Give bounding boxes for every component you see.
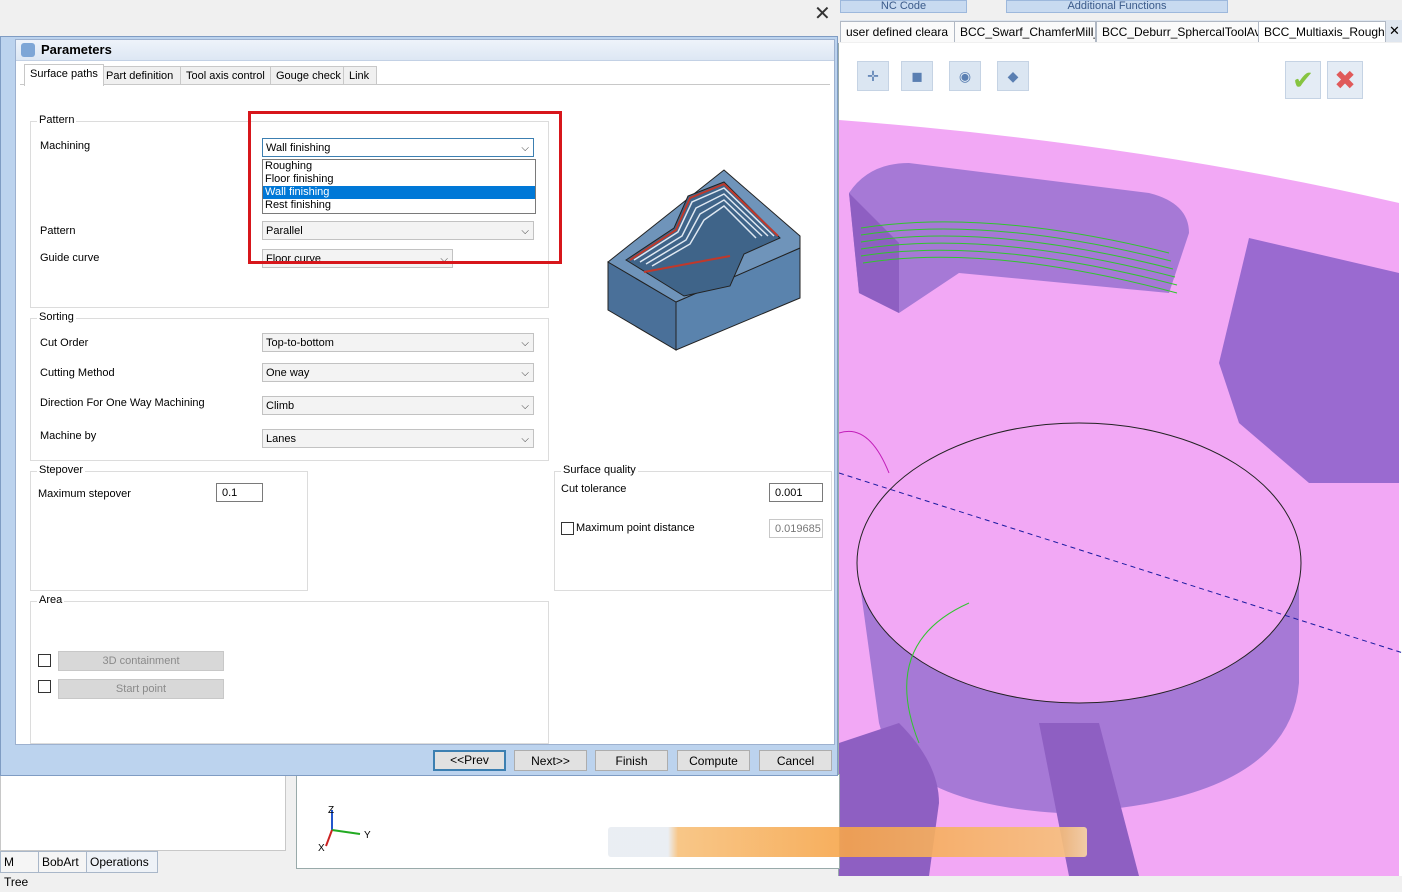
start-point-button[interactable]: Start point <box>58 679 224 699</box>
tab-link[interactable]: Link <box>343 66 377 85</box>
axis-z-label: Z <box>328 805 335 816</box>
max-point-distance-label: Maximum point distance <box>576 522 695 534</box>
direction-select[interactable]: Climb ⌵ <box>262 396 534 415</box>
axis-y-label: Y <box>364 830 371 841</box>
max-point-distance-checkbox[interactable] <box>561 522 574 535</box>
visibility-icon[interactable]: ◉ <box>949 61 981 91</box>
ribbon-tab-nc-code[interactable]: NC Code <box>840 0 967 13</box>
tab-part-definition[interactable]: Part definition <box>100 66 182 85</box>
area-group-title: Area <box>37 594 65 606</box>
tree-panel <box>0 774 286 851</box>
accept-icon[interactable]: ✔ <box>1285 61 1321 99</box>
dialog-title: Parameters <box>41 42 112 57</box>
parameters-dialog: Parameters Surface paths Part definition… <box>0 36 838 776</box>
doc-tab-clearance[interactable]: user defined cleara <box>840 21 956 42</box>
cut-tolerance-input[interactable]: 0.001 <box>769 483 823 502</box>
pattern-label: Pattern <box>40 225 76 237</box>
pattern-group-title: Pattern <box>37 114 77 126</box>
max-stepover-input[interactable]: 0.1 <box>216 483 263 502</box>
cutting-method-select[interactable]: One way ⌵ <box>262 363 534 382</box>
direction-value: Climb <box>266 400 295 412</box>
max-point-distance-input[interactable]: 0.019685 <box>769 519 823 538</box>
close-icon[interactable]: ✕ <box>814 4 831 24</box>
machine-by-select[interactable]: Lanes ⌵ <box>262 429 534 448</box>
move-icon[interactable]: ✛ <box>857 61 889 91</box>
tab-gouge-check[interactable]: Gouge check <box>270 66 345 85</box>
part-model <box>838 43 1402 876</box>
machine-by-value: Lanes <box>266 433 296 445</box>
doc-tab-multiaxis-rough[interactable]: BCC_Multiaxis_Rough <box>1258 21 1386 42</box>
cut-order-select[interactable]: Top-to-bottom ⌵ <box>262 333 534 352</box>
next-button[interactable]: Next>> <box>514 750 587 771</box>
surface-quality-group-title: Surface quality <box>561 464 638 476</box>
guide-curve-label: Guide curve <box>40 252 100 264</box>
finish-button[interactable]: Finish <box>595 750 668 771</box>
cutting-method-label: Cutting Method <box>40 367 115 379</box>
start-point-checkbox[interactable] <box>38 680 51 693</box>
prev-button[interactable]: <<Prev <box>433 750 506 771</box>
direction-label: Direction For One Way Machining <box>40 397 205 409</box>
containment-button[interactable]: 3D containment <box>58 651 224 671</box>
chevron-down-icon: ⌵ <box>521 338 529 349</box>
machining-label: Machining <box>40 140 91 152</box>
cut-order-value: Top-to-bottom <box>266 337 334 349</box>
tab-tree[interactable]: M Tree <box>0 851 40 889</box>
reject-icon[interactable]: ✖ <box>1327 61 1363 99</box>
dialog-titlebar: Parameters <box>16 40 834 61</box>
max-stepover-label: Maximum stepover <box>38 488 131 500</box>
stepover-group-title: Stepover <box>37 464 86 476</box>
machine-by-label: Machine by <box>40 430 97 442</box>
containment-checkbox[interactable] <box>38 654 51 667</box>
chevron-down-icon: ⌵ <box>521 368 529 379</box>
cube-view-icon[interactable]: ◼ <box>901 61 933 91</box>
highlight-box <box>248 111 562 264</box>
cut-tolerance-label: Cut tolerance <box>561 483 627 495</box>
snap-toolbar[interactable] <box>608 827 1087 857</box>
parameters-icon <box>21 43 35 57</box>
document-tabs: user defined cleara BCC_Swarf_ChamferMil… <box>840 20 1402 42</box>
doc-tab-deburr[interactable]: BCC_Deburr_SphercalToolAvc <box>1096 21 1260 42</box>
tab-underline <box>20 84 830 85</box>
3d-viewport[interactable]: ✛ ◼ ◉ ◆ ✔ ✖ <box>838 43 1402 876</box>
close-tab-icon[interactable]: ✕ <box>1389 23 1400 39</box>
ribbon-tab-additional-functions[interactable]: Additional Functions <box>1006 0 1228 13</box>
cancel-button[interactable]: Cancel <box>759 750 832 771</box>
shading-icon[interactable]: ◆ <box>997 61 1029 91</box>
tab-surface-paths[interactable]: Surface paths <box>24 64 104 86</box>
compute-button[interactable]: Compute <box>677 750 750 771</box>
tab-tool-axis-control[interactable]: Tool axis control <box>180 66 272 85</box>
tab-operations[interactable]: Operations <box>86 851 158 873</box>
tab-bobart[interactable]: BobArt <box>38 851 88 873</box>
axis-x-label: X <box>318 843 325 854</box>
area-group: Area <box>30 594 549 744</box>
cutting-method-value: One way <box>266 367 310 379</box>
chevron-down-icon: ⌵ <box>521 401 529 412</box>
dialog-body: Parameters Surface paths Part definition… <box>15 39 835 745</box>
wall-finishing-illustration <box>607 169 801 351</box>
cut-order-label: Cut Order <box>40 337 89 349</box>
chevron-down-icon: ⌵ <box>521 434 529 445</box>
doc-tab-swarf[interactable]: BCC_Swarf_ChamferMill_( <box>954 21 1096 42</box>
sorting-group-title: Sorting <box>37 311 76 323</box>
